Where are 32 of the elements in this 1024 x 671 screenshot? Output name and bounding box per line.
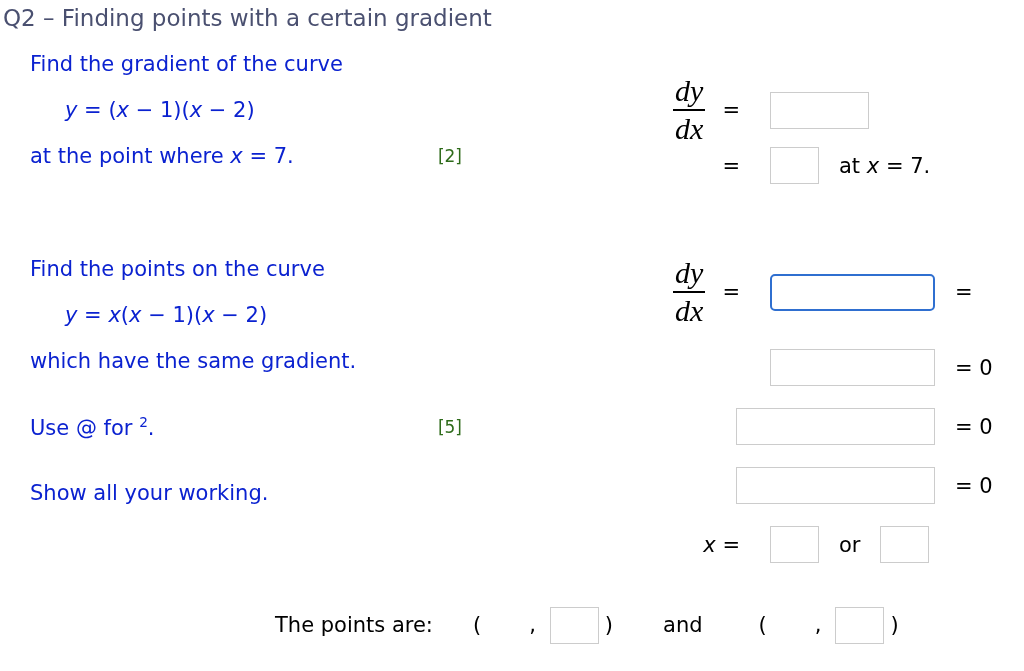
math-text: at x = 7. [839,153,931,178]
marks-label: [5] [437,417,462,437]
comma-text: , [814,613,822,637]
instruction-text: Find the gradient of the curve [30,52,343,76]
points-label: The points are: [275,613,433,637]
bracket-text: ) [890,613,899,637]
equation-text: y = x(x − 1)(x − 2) [65,303,268,327]
math-text: = 0 [955,355,993,380]
derivative-fraction: dy dx [673,257,706,327]
math-text: = 0 [955,473,993,498]
bracket-text: ( [758,613,767,637]
instruction-text: which have the same gradient. [30,349,357,373]
instruction-text: Use @ for $^{2}$. [30,414,155,440]
math-text: = [722,98,740,122]
equation-text: y = (x − 1)(x − 2) [65,98,255,122]
comma-text: , [529,613,536,637]
marks-label: [2] [437,146,462,166]
instruction-text: Find the points on the curve [30,257,325,281]
math-text: = [955,280,973,304]
math-text: = [722,280,740,304]
question-title: Q2 – Finding points with a certain gradient [2,4,493,33]
bracket-text: ) [604,613,614,637]
bracket-text: ( [472,613,482,637]
instruction-text: at the point where x = 7. [30,144,294,168]
instruction-text: Show all your working. [30,481,269,505]
derivative-fraction: dy dx [673,75,706,145]
answer-field[interactable] [770,273,935,311]
math-text: or [839,532,861,557]
math-text: x = [703,532,740,557]
math-text: = [722,153,740,178]
joiner-text: and [663,613,703,637]
math-text: = 0 [955,414,993,439]
